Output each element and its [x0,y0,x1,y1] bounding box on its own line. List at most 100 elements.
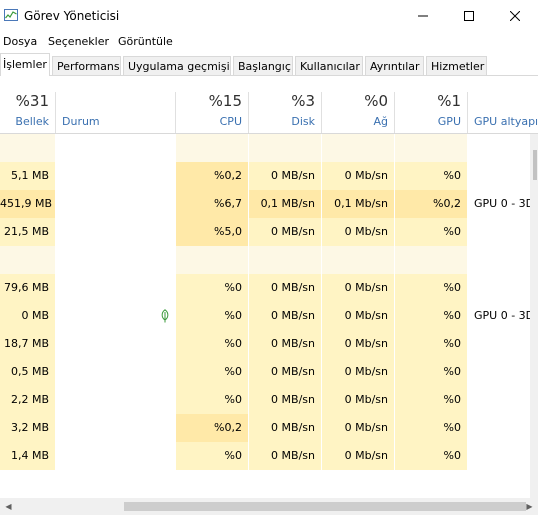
column-disk-header[interactable]: %3 Disk [249,76,321,133]
maximize-button[interactable] [446,0,492,32]
status-cell [56,442,175,470]
disk-cell: 0 MB/sn [249,302,321,330]
network-column-label: Ağ [373,115,388,128]
table-row[interactable]: 21,5 MB %5,0 0 MB/sn 0 Mb/sn %0 [0,218,530,246]
table-row[interactable]: 2,2 MB %0 0 MB/sn 0 Mb/sn %0 [0,386,530,414]
scroll-right-arrow-icon[interactable]: ▶ [521,498,538,515]
process-list[interactable]: 5,1 MB %0,2 0 MB/sn 0 Mb/sn %0 451,9 MB %6,7 0,… [0,134,530,498]
tab-details[interactable]: Ayrıntılar [365,56,424,75]
status-cell [56,218,175,246]
grid-column-separator [394,134,395,498]
column-cpu-header[interactable]: %15 CPU [176,76,248,133]
table-row[interactable]: 3,2 MB %0,2 0 MB/sn 0 Mb/sn %0 [0,414,530,442]
scroll-left-arrow-icon[interactable]: ◀ [0,498,17,515]
menu-view[interactable]: Görüntüle [118,35,173,48]
status-cell [56,414,175,442]
minimize-button[interactable] [400,0,446,32]
cpu-cell [176,246,248,274]
gpu-cell: %0 [395,442,467,470]
gpu-engine-cell: GPU 0 - 3D [468,302,530,330]
table-row[interactable]: 1,4 MB %0 0 MB/sn 0 Mb/sn %0 [0,442,530,470]
close-icon [510,11,520,21]
gpu-engine-cell [468,330,530,358]
status-cell [56,358,175,386]
tab-users[interactable]: Kullanıcılar [295,56,363,75]
disk-total-percent: %3 [291,92,315,110]
network-cell: 0 Mb/sn [322,162,394,190]
memory-total-percent: %31 [15,92,49,110]
network-cell [322,134,394,162]
network-cell: 0 Mb/sn [322,218,394,246]
tab-performance[interactable]: Performans [52,56,121,75]
status-cell [56,190,175,218]
cpu-cell: %0,2 [176,162,248,190]
table-row[interactable]: 5,1 MB %0,2 0 MB/sn 0 Mb/sn %0 [0,162,530,190]
grid-column-separator [175,134,176,498]
status-cell [56,162,175,190]
table-row[interactable]: 0 MB %0 0 MB/sn 0 Mb/sn %0 GPU 0 - 3D [0,302,530,330]
table-row[interactable]: 18,7 MB %0 0 MB/sn 0 Mb/sn %0 [0,330,530,358]
memory-cell: 451,9 MB [0,190,55,218]
disk-cell: 0 MB/sn [249,162,321,190]
column-header-row: %31 Bellek Durum %15 CPU %3 Disk %0 Ağ %… [0,76,538,134]
tab-processes[interactable]: İşlemler [0,53,50,76]
horizontal-scrollbar[interactable]: ◀ ▶ [0,498,538,515]
disk-cell [249,246,321,274]
gpu-cell: %0 [395,414,467,442]
table-row[interactable] [0,134,530,162]
close-button[interactable] [492,0,538,32]
footer-area [0,515,538,531]
gpu-engine-cell [468,274,530,302]
column-memory-header[interactable]: %31 Bellek [0,76,55,133]
network-cell: 0 Mb/sn [322,442,394,470]
gpu-column-label: GPU [437,115,461,128]
table-row[interactable] [0,246,530,274]
vertical-scrollbar[interactable] [530,134,538,498]
disk-cell [249,134,321,162]
status-cell [56,274,175,302]
memory-cell [0,134,55,162]
cpu-cell: %0 [176,274,248,302]
disk-cell: 0 MB/sn [249,330,321,358]
column-gpu-engine-header[interactable]: GPU altyapısı [468,76,538,133]
maximize-icon [464,11,474,21]
tab-services[interactable]: Hizmetler [426,56,487,75]
network-cell: 0 Mb/sn [322,302,394,330]
status-column-label: Durum [62,115,100,128]
cpu-cell: %0,2 [176,414,248,442]
column-status-header[interactable]: Durum [56,76,175,133]
vertical-scroll-thumb[interactable] [533,150,537,180]
horizontal-scroll-thumb[interactable] [124,502,526,511]
leaf-icon [161,309,169,323]
memory-cell: 2,2 MB [0,386,55,414]
disk-cell: 0 MB/sn [249,274,321,302]
gpu-engine-cell [468,386,530,414]
status-cell [56,246,175,274]
gpu-engine-cell [468,218,530,246]
table-row[interactable]: 79,6 MB %0 0 MB/sn 0 Mb/sn %0 [0,274,530,302]
menu-file[interactable]: Dosya [3,35,37,48]
gpu-engine-cell [468,442,530,470]
gpu-engine-cell [468,134,530,162]
task-manager-icon [4,9,18,21]
network-cell: 0 Mb/sn [322,330,394,358]
cpu-cell: %0 [176,442,248,470]
table-row[interactable]: 451,9 MB %6,7 0,1 MB/sn 0,1 Mb/sn %0,2 GPU 0 … [0,190,530,218]
cpu-total-percent: %15 [208,92,242,110]
column-network-header[interactable]: %0 Ağ [322,76,394,133]
cpu-cell: %0 [176,358,248,386]
table-row[interactable]: 0,5 MB %0 0 MB/sn 0 Mb/sn %0 [0,358,530,386]
menu-options[interactable]: Seçenekler [48,35,109,48]
memory-cell: 79,6 MB [0,274,55,302]
tab-app-history[interactable]: Uygulama geçmişi [123,56,231,75]
cpu-cell: %6,7 [176,190,248,218]
memory-cell: 21,5 MB [0,218,55,246]
network-total-percent: %0 [364,92,388,110]
gpu-cell: %0 [395,274,467,302]
memory-cell: 5,1 MB [0,162,55,190]
cpu-cell: %0 [176,302,248,330]
grid-column-separator [55,134,56,498]
column-gpu-header[interactable]: %1 GPU [395,76,467,133]
tab-startup[interactable]: Başlangıç [233,56,293,75]
network-cell: 0,1 Mb/sn [322,190,394,218]
